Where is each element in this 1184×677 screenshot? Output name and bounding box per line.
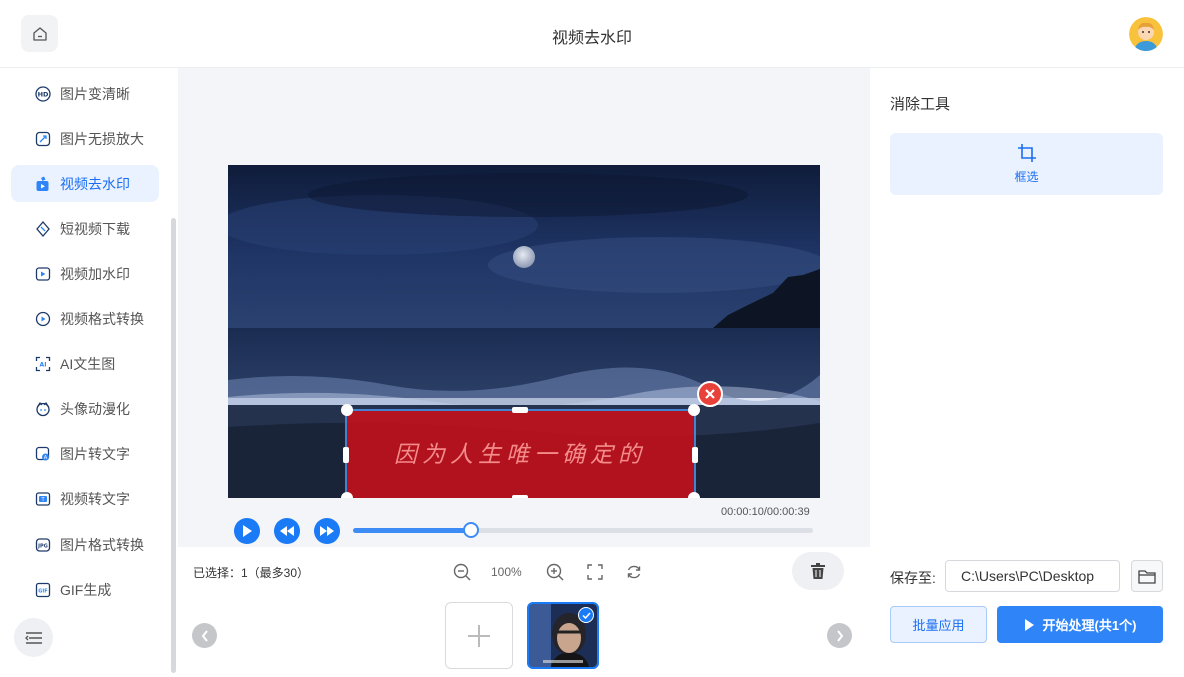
sidebar-item-image-to-text[interactable]: A 图片转文字 xyxy=(11,435,159,472)
video-subtitle-text: 因为人生唯一确定的 xyxy=(394,442,646,468)
chevron-left-icon xyxy=(201,629,208,642)
selection-count: 已选择：1（最多30） xyxy=(193,566,310,580)
fast-forward-button[interactable] xyxy=(314,518,340,544)
sidebar-item-ai-text-to-image[interactable]: AI AI文生图 xyxy=(11,345,159,382)
sidebar-item-label: 图片转文字 xyxy=(60,445,130,462)
next-thumbnail-button[interactable] xyxy=(827,623,852,648)
video-convert-icon xyxy=(34,310,51,327)
download-icon xyxy=(34,220,51,237)
sidebar-item-video-format-convert[interactable]: 视频格式转换 xyxy=(11,300,159,337)
progress-fill xyxy=(353,528,472,533)
sidebar-item-avatar-anime[interactable]: 头像动漫化 xyxy=(11,390,159,427)
avatar-anime-icon xyxy=(34,400,51,417)
prev-thumbnail-button[interactable] xyxy=(192,623,217,648)
zoom-out-icon xyxy=(453,563,471,581)
svg-text:A: A xyxy=(43,455,47,461)
play-button[interactable] xyxy=(234,518,260,544)
top-bar: 视频去水印 xyxy=(0,0,1184,68)
fast-forward-icon xyxy=(320,526,334,536)
zoom-out-button[interactable] xyxy=(451,561,473,583)
page-title: 视频去水印 xyxy=(551,30,632,47)
start-processing-button[interactable]: 开始处理(共1个) xyxy=(997,606,1163,643)
save-path-input[interactable] xyxy=(945,560,1120,592)
sidebar-item-video-watermark-removal[interactable]: 视频去水印 xyxy=(11,165,159,202)
refresh-icon xyxy=(627,565,641,579)
svg-text:HD: HD xyxy=(37,90,48,98)
folder-icon xyxy=(1138,569,1156,584)
sidebar-item-label: 图片无损放大 xyxy=(60,130,144,147)
zoom-in-icon xyxy=(546,563,564,581)
sidebar-item-label: 短视频下载 xyxy=(60,220,130,237)
selected-check-badge xyxy=(578,607,594,623)
zoom-in-button[interactable] xyxy=(544,561,566,583)
image-convert-icon: JPG xyxy=(34,536,51,553)
sidebar-scrollbar[interactable] xyxy=(171,218,176,673)
video-thumbnail[interactable] xyxy=(527,602,599,669)
sidebar-item-short-video-download[interactable]: 短视频下载 xyxy=(11,210,159,247)
progress-bar[interactable] xyxy=(353,522,813,538)
close-icon xyxy=(705,389,715,399)
video-to-text-icon: T xyxy=(34,490,51,507)
trash-icon xyxy=(811,563,825,579)
delete-button[interactable] xyxy=(792,552,844,590)
ai-image-icon: AI xyxy=(34,355,51,372)
sidebar-item-label: 头像动漫化 xyxy=(60,400,130,417)
add-video-button[interactable] xyxy=(445,602,513,669)
play-icon xyxy=(1024,618,1034,631)
fullscreen-icon xyxy=(587,564,603,580)
remove-selection-button[interactable] xyxy=(697,381,723,407)
fit-screen-button[interactable] xyxy=(584,561,606,583)
sidebar-item-label: 视频去水印 xyxy=(60,175,130,192)
video-eraser-icon xyxy=(34,175,51,192)
sidebar-item-label: GIF生成 xyxy=(60,581,112,598)
sidebar: HD 图片变清晰 图片无损放大 视频去水印 短视频下载 视频加水印 视频格式转换 xyxy=(0,68,178,677)
rewind-button[interactable] xyxy=(274,518,300,544)
sidebar-item-label: 图片变清晰 xyxy=(60,85,130,102)
hd-icon: HD xyxy=(34,85,51,102)
video-watermark-icon xyxy=(34,265,51,282)
sidebar-item-label: AI文生图 xyxy=(60,355,116,372)
sidebar-item-video-add-watermark[interactable]: 视频加水印 xyxy=(11,255,159,292)
svg-text:AI: AI xyxy=(39,361,46,368)
rewind-icon xyxy=(280,526,294,536)
chevron-right-icon xyxy=(836,629,843,642)
crop-icon xyxy=(1017,144,1036,162)
check-icon xyxy=(581,611,591,619)
preview-area: 因为人生唯一确定的 xyxy=(178,68,870,547)
video-preview[interactable]: 因为人生唯一确定的 xyxy=(228,165,820,498)
sidebar-item-label: 视频转文字 xyxy=(60,490,130,507)
plus-icon xyxy=(468,624,490,647)
avatar[interactable] xyxy=(1129,17,1163,51)
menu-icon xyxy=(24,631,42,644)
play-icon xyxy=(243,525,252,537)
svg-text:JPG: JPG xyxy=(37,543,48,549)
box-select-tool[interactable]: 框选 xyxy=(890,133,1163,195)
sidebar-item-video-to-text[interactable]: T 视频转文字 xyxy=(11,480,159,517)
sidebar-item-label: 视频格式转换 xyxy=(60,310,144,327)
tool-label: 框选 xyxy=(1014,170,1039,184)
sidebar-item-label: 视频加水印 xyxy=(60,265,130,282)
timecode: 00:00:10/00:00:39 xyxy=(721,506,810,518)
gif-icon: GIF xyxy=(34,581,51,598)
sidebar-item-image-upscale[interactable]: 图片无损放大 xyxy=(11,120,159,157)
batch-apply-button[interactable]: 批量应用 xyxy=(890,606,987,643)
sidebar-item-image-enhance[interactable]: HD 图片变清晰 xyxy=(11,75,159,112)
enlarge-icon xyxy=(34,130,51,147)
tool-section-title: 消除工具 xyxy=(890,96,951,113)
svg-text:GIF: GIF xyxy=(38,588,47,594)
start-processing-label: 开始处理(共1个) xyxy=(1042,618,1137,633)
reset-button[interactable] xyxy=(623,561,645,583)
collapse-menu-button[interactable] xyxy=(14,618,53,657)
sidebar-item-gif-maker[interactable]: GIF GIF生成 xyxy=(11,571,159,608)
browse-folder-button[interactable] xyxy=(1131,560,1163,592)
image-to-text-icon: A xyxy=(34,445,51,462)
sidebar-item-label: 图片格式转换 xyxy=(60,536,144,553)
sidebar-item-image-format-convert[interactable]: JPG 图片格式转换 xyxy=(11,526,159,563)
save-location-label: 保存至: xyxy=(890,570,936,586)
zoom-level: 100% xyxy=(491,565,522,579)
